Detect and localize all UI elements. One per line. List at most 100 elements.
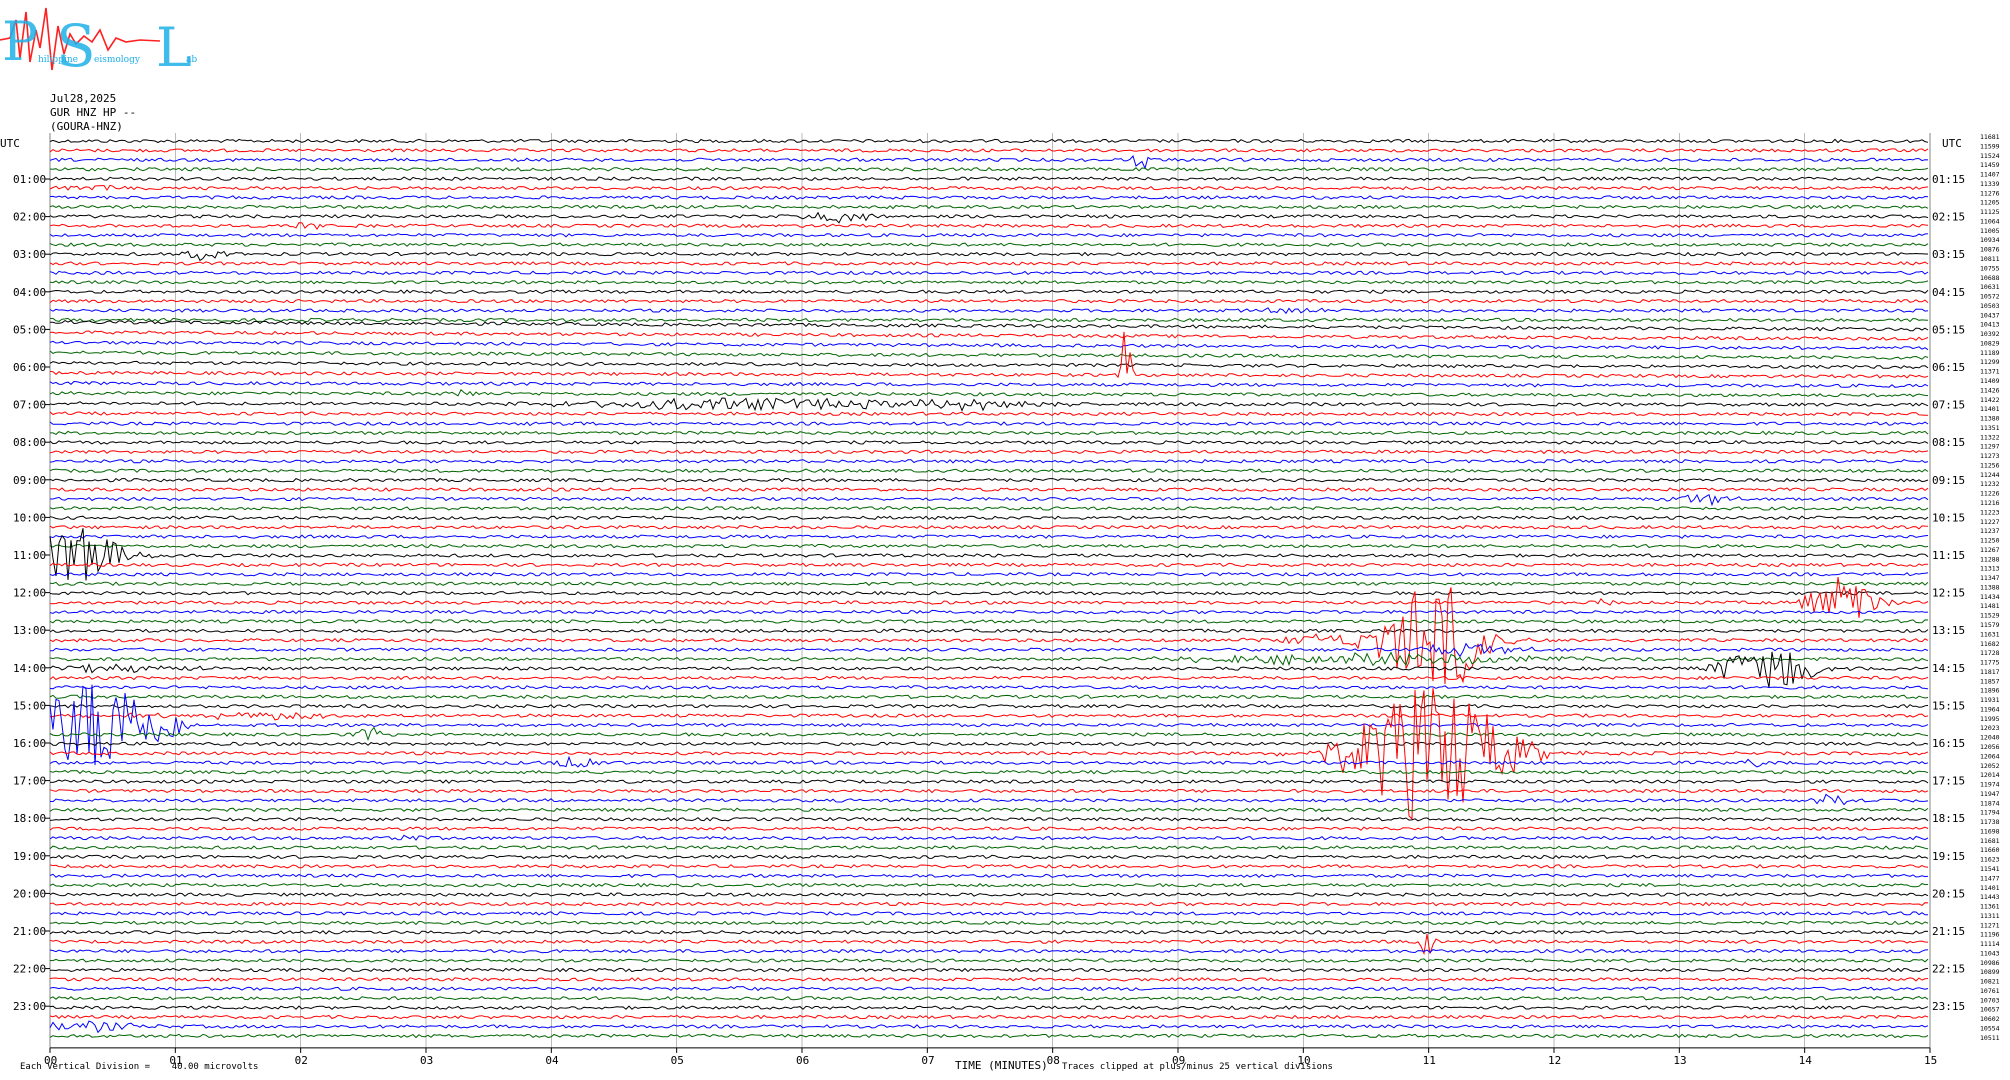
offset-label: 11407 — [1980, 171, 2000, 179]
offset-label: 12052 — [1980, 762, 2000, 770]
trace-line — [49, 769, 1929, 775]
trace-line — [49, 675, 1929, 681]
offset-label: 10657 — [1980, 1006, 2000, 1014]
offset-label: 12023 — [1980, 724, 2000, 732]
offset-label: 12064 — [1980, 752, 2000, 760]
offset-label: 11299 — [1980, 358, 2000, 366]
offset-label: 11380 — [1980, 415, 2000, 423]
x-tick-label: 02 — [295, 1054, 308, 1067]
offset-label: 11226 — [1980, 490, 2000, 498]
offset-label: 11250 — [1980, 537, 2000, 545]
trace-line — [49, 920, 1929, 926]
trace-line — [49, 380, 1929, 388]
trace-line — [49, 167, 1929, 172]
offset-label: 11223 — [1980, 508, 2000, 516]
trace-line — [49, 628, 1929, 634]
trace-line — [49, 1020, 1929, 1034]
offset-label: 11371 — [1980, 368, 2000, 376]
right-hour-label: 14:15 — [1932, 662, 1965, 675]
offset-label: 11064 — [1980, 217, 2000, 225]
trace-line — [49, 184, 1929, 191]
trace-line — [50, 967, 1929, 973]
trace-line — [49, 741, 1929, 747]
left-hour-label: 16:00 — [13, 737, 46, 750]
trace-line — [49, 929, 1929, 935]
left-hour-label: 08:00 — [13, 436, 46, 449]
trace-line — [49, 317, 1929, 323]
offset-label: 11529 — [1980, 612, 2000, 620]
trace-line — [49, 543, 1929, 549]
trace-line — [49, 694, 1929, 700]
offset-label: 11728 — [1980, 649, 2000, 657]
trace-line — [49, 487, 1929, 492]
trace-line — [49, 590, 1929, 596]
offset-label: 12056 — [1980, 743, 2000, 751]
offset-label: 11524 — [1980, 152, 2000, 160]
x-tick-label: 03 — [420, 1054, 433, 1067]
trace-line — [49, 222, 1929, 231]
left-hour-label: 15:00 — [13, 699, 46, 712]
trace-line — [49, 397, 1929, 412]
left-hour-label: 06:00 — [13, 361, 46, 374]
left-hour-label: 22:00 — [13, 963, 46, 976]
offset-label: 11459 — [1980, 161, 2000, 169]
x-tick-label: 14 — [1799, 1054, 1813, 1067]
trace-line — [49, 703, 1929, 709]
trace-line — [49, 958, 1929, 963]
offset-label: 10688 — [1980, 274, 2000, 282]
left-hour-label: 17:00 — [13, 775, 46, 788]
offset-label: 10821 — [1980, 978, 2000, 986]
trace-line — [49, 250, 1928, 262]
offset-label: 10413 — [1980, 321, 2000, 329]
right-hour-label: 21:15 — [1932, 925, 1965, 938]
x-tick-label: 07 — [921, 1054, 934, 1067]
offset-label: 11288 — [1980, 555, 2000, 563]
trace-line — [50, 430, 1929, 436]
trace-line — [49, 826, 1929, 831]
left-hour-label: 02:00 — [13, 211, 46, 224]
offset-label: 11205 — [1980, 199, 2000, 207]
x-tick-label: 08 — [1047, 1054, 1060, 1067]
trace-line — [49, 788, 1929, 794]
trace-line — [49, 195, 1929, 200]
trace-line — [49, 854, 1929, 860]
trace-line — [49, 1014, 1929, 1020]
offset-label: 11631 — [1980, 630, 2000, 638]
trace-line — [50, 493, 1929, 507]
trace-line — [49, 524, 1929, 530]
offset-label: 11477 — [1980, 874, 2000, 882]
offset-label: 11189 — [1980, 349, 2000, 357]
offset-label: 10934 — [1980, 236, 2000, 244]
offset-label: 11267 — [1980, 546, 2000, 554]
trace-line — [49, 977, 1929, 982]
offset-label: 10631 — [1980, 283, 2000, 291]
trace-line — [49, 440, 1929, 445]
trace-line — [49, 985, 1929, 992]
right-hour-label: 16:15 — [1932, 737, 1965, 750]
offset-label: 11313 — [1980, 565, 2000, 573]
offset-label: 11947 — [1980, 790, 2000, 798]
offset-label: 10703 — [1980, 996, 2000, 1004]
right-hour-label: 23:15 — [1932, 1000, 1965, 1013]
trace-line — [49, 779, 1929, 784]
offset-label: 11660 — [1980, 846, 2000, 854]
trace-line — [49, 421, 1929, 427]
trace-line — [49, 204, 1929, 210]
offset-label: 11196 — [1980, 931, 2000, 939]
offset-label: 11817 — [1980, 668, 2000, 676]
left-utc-title: UTC — [0, 137, 20, 150]
right-hour-label: 20:15 — [1932, 887, 1965, 900]
trace-line — [49, 948, 1929, 954]
offset-label: 11216 — [1980, 499, 2000, 507]
offset-label: 11443 — [1980, 893, 2000, 901]
helicorder-page: P S L hilippine eismology ab Jul28,2025 … — [0, 0, 2010, 1080]
trace-line — [49, 572, 1929, 577]
trace-line — [49, 176, 1929, 181]
offset-label: 11599 — [1980, 142, 2000, 150]
trace-line — [49, 807, 1929, 813]
left-hour-label: 10:00 — [13, 511, 46, 524]
trace-line — [49, 1033, 1929, 1039]
offset-label: 11401 — [1980, 405, 2000, 413]
trace-line — [49, 449, 1929, 455]
offset-label: 11682 — [1980, 640, 2000, 648]
